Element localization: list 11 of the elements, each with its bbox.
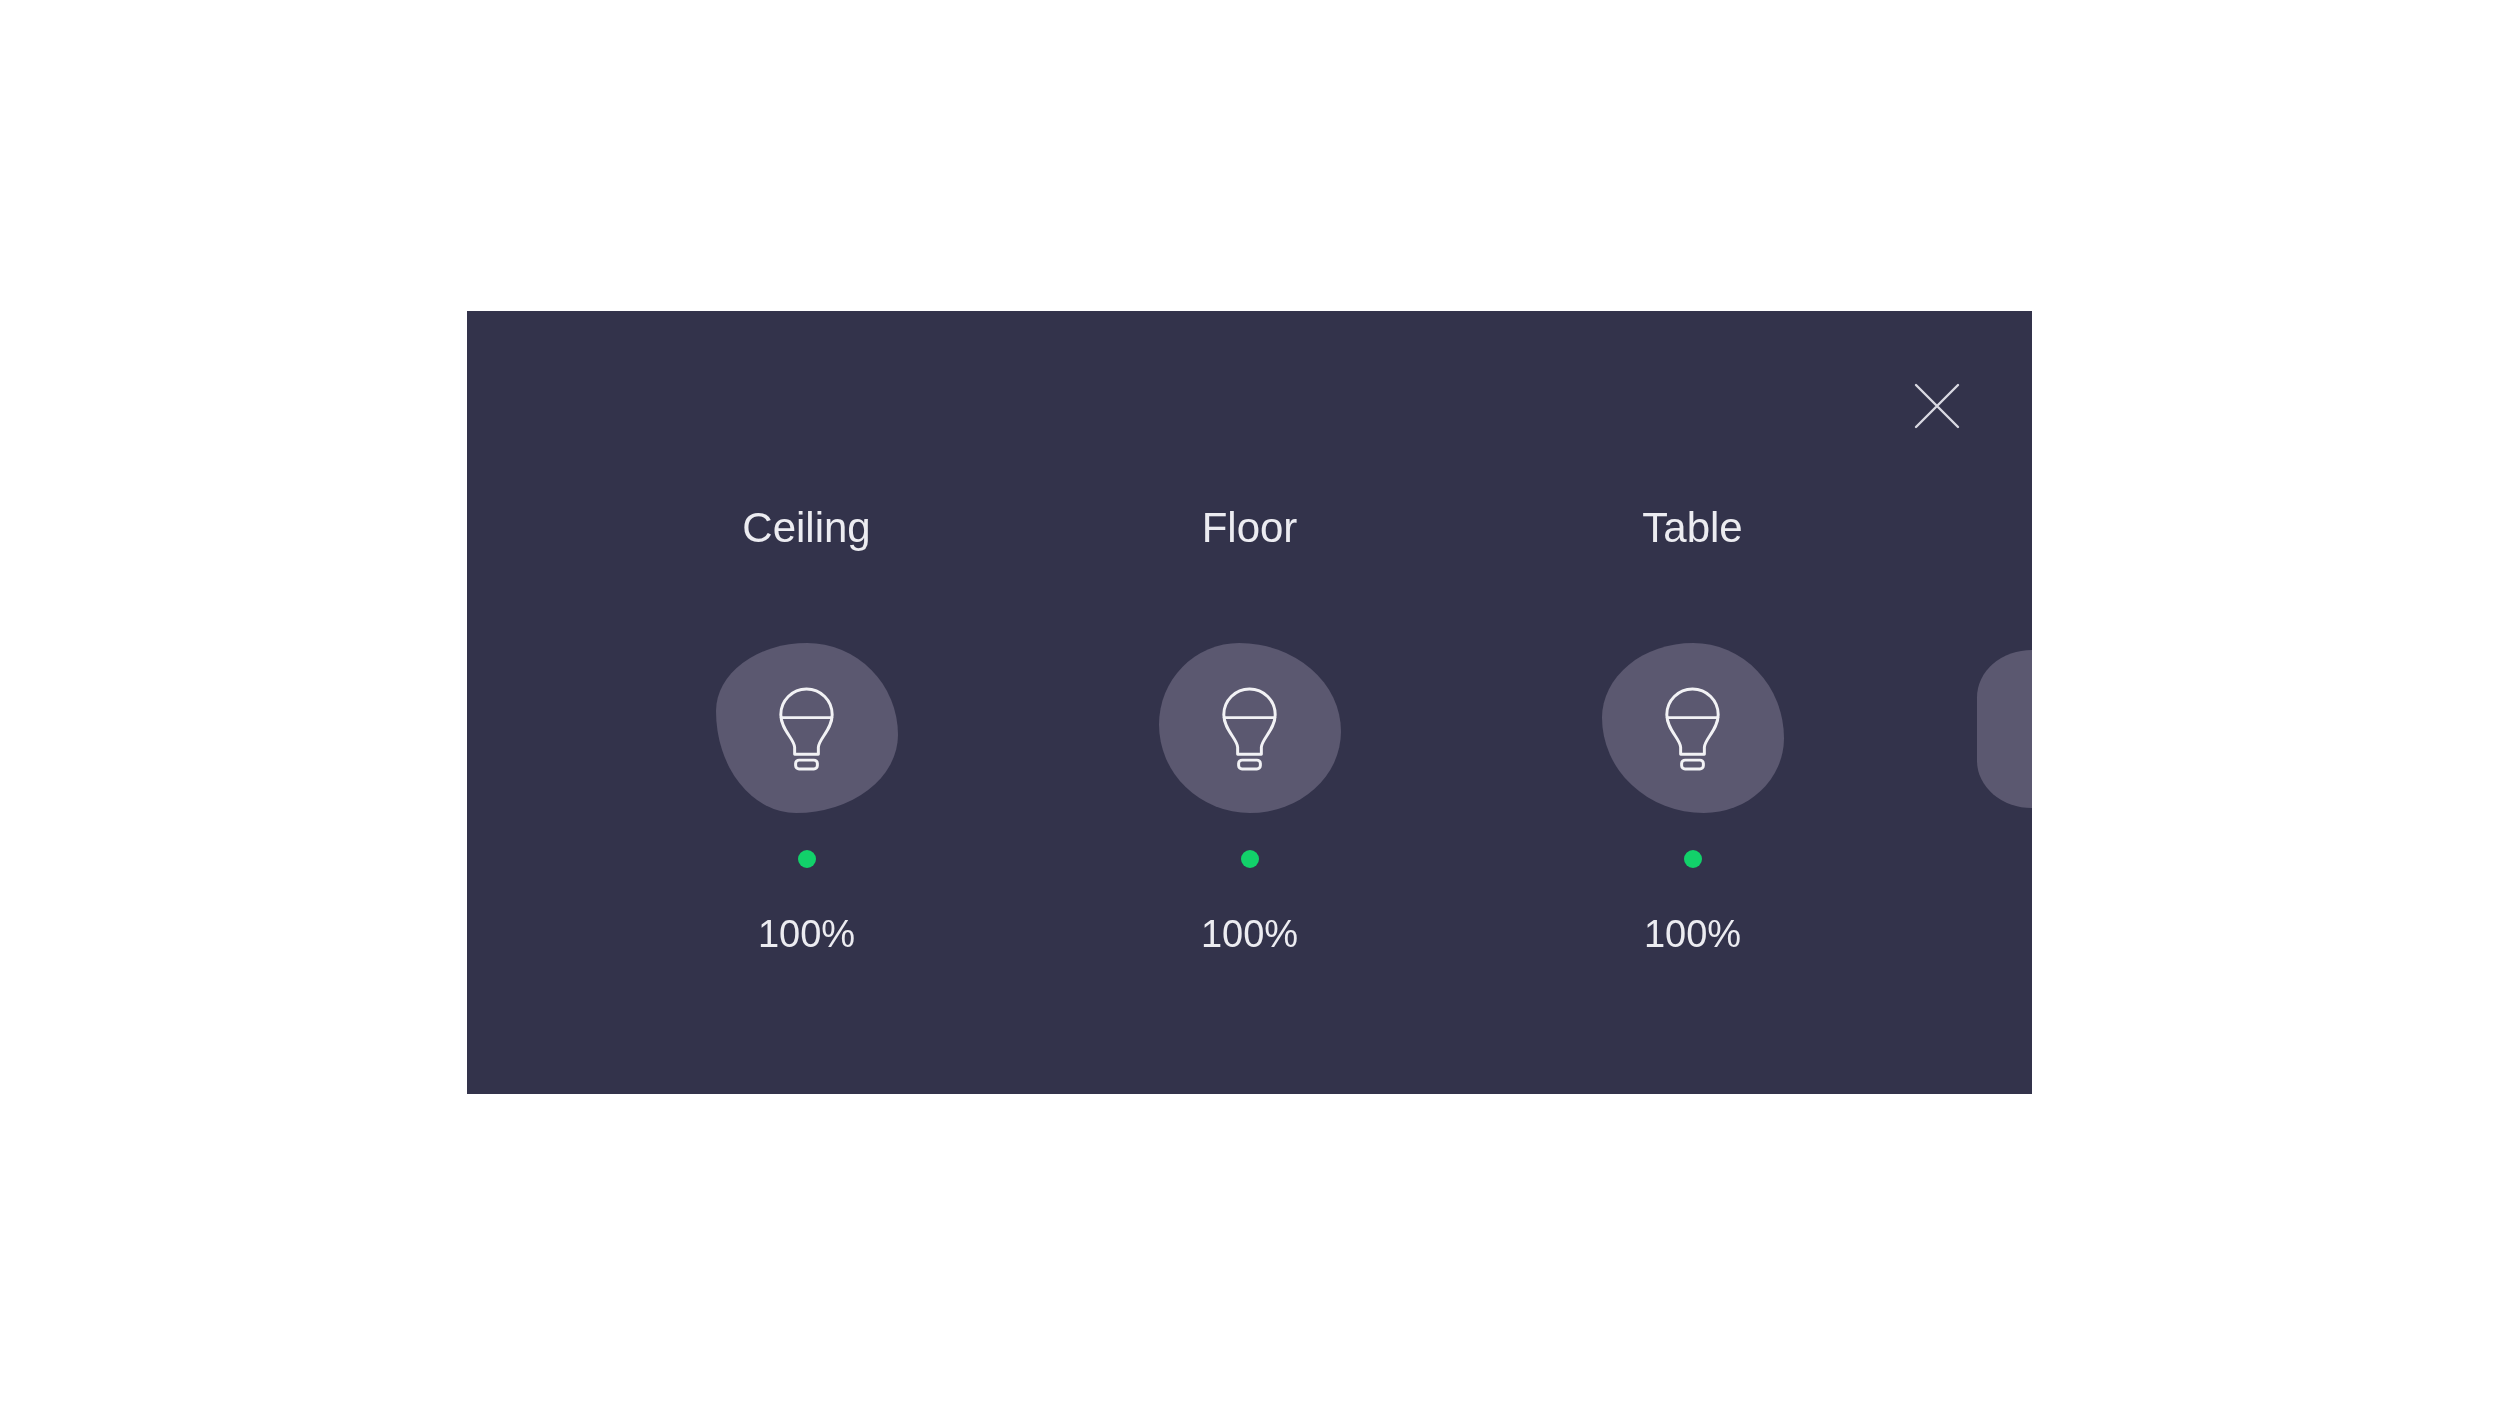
bulb-icon [1221, 685, 1278, 771]
close-icon [1914, 383, 1960, 429]
brightness-value: 100% [1200, 912, 1299, 957]
light-name: Ceiling [742, 503, 871, 553]
light-name: Table [1642, 503, 1743, 553]
bulb-icon [778, 685, 835, 771]
bulb-icon [1664, 685, 1721, 771]
brightness-value: 100% [757, 912, 856, 957]
light-name: Floor [1201, 503, 1298, 553]
close-button[interactable] [1914, 383, 1960, 429]
brightness-value: 100% [1643, 912, 1742, 957]
